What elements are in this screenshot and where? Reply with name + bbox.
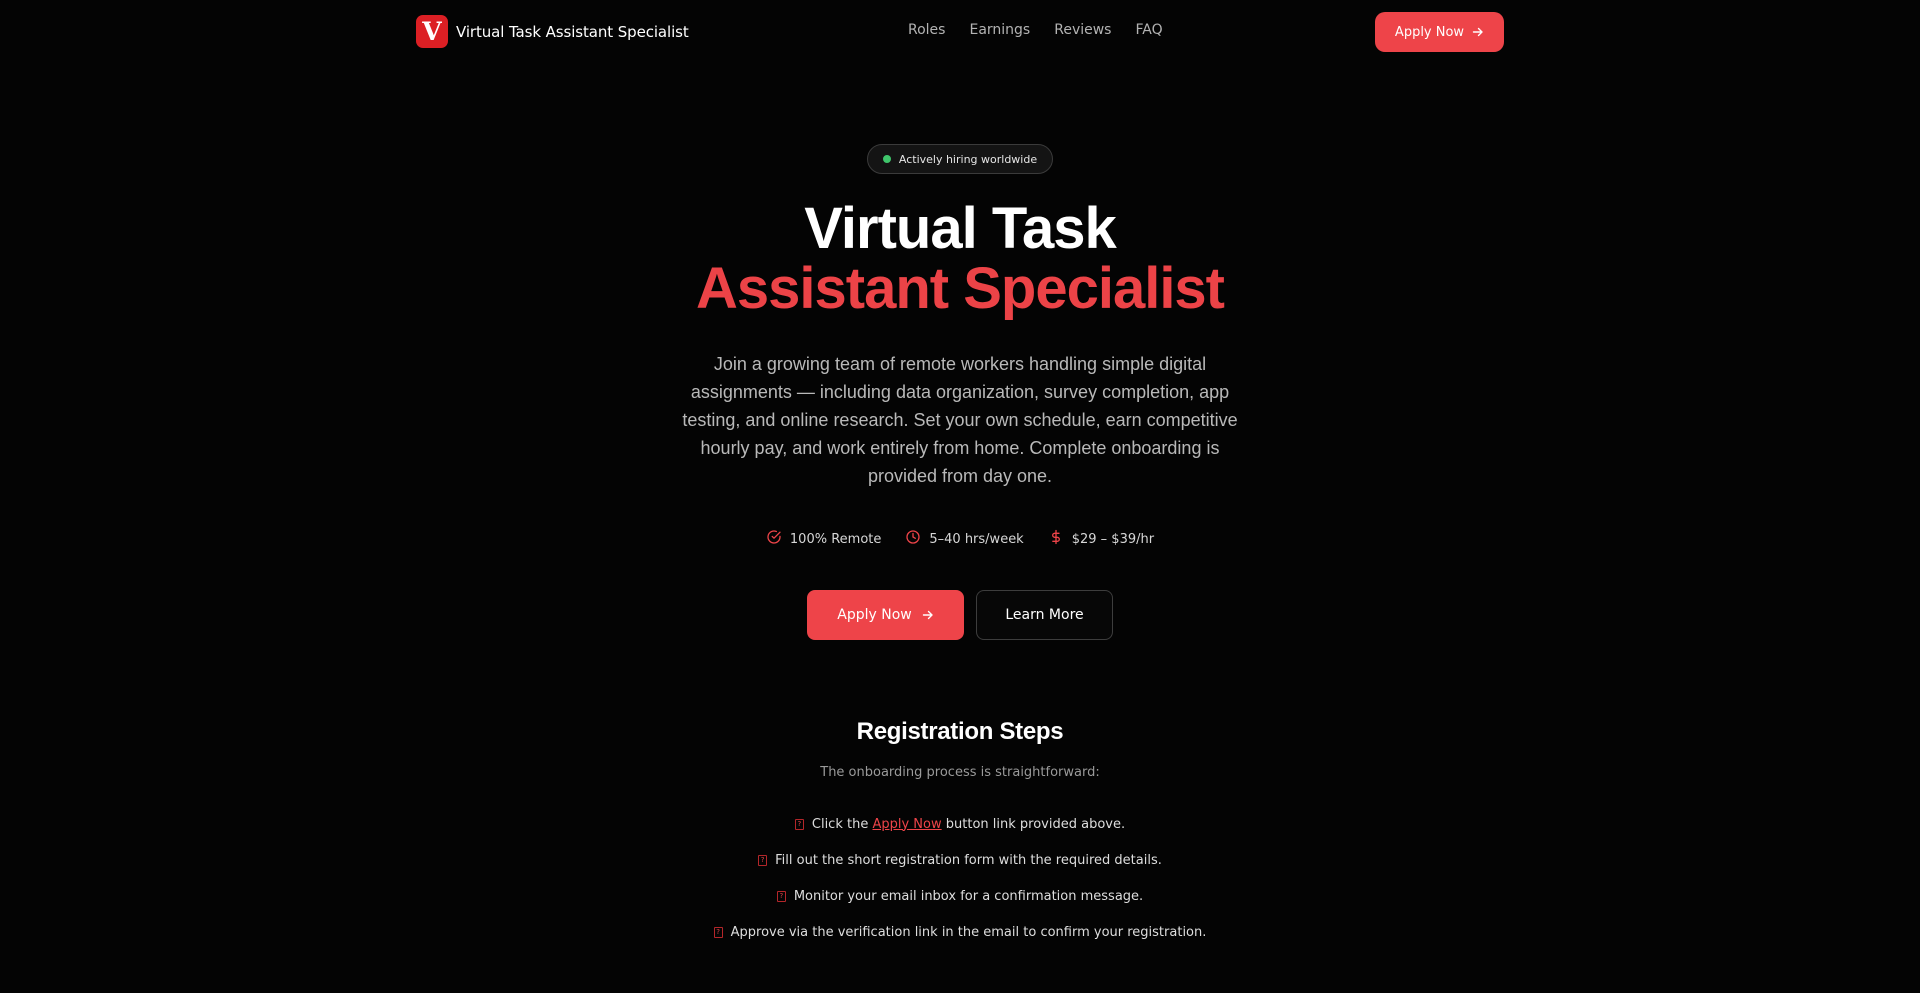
list-item: ? Approve via the verification link in t… <box>560 914 1360 950</box>
step-text: Click the Apply Now button link provided… <box>812 817 1125 832</box>
step-text: Monitor your email inbox for a confirmat… <box>793 888 1144 904</box>
nav-link-earnings[interactable]: Earnings <box>969 22 1030 38</box>
step-text: Approve via the verification link in the… <box>730 924 1207 940</box>
registration-steps-list: ? Click the Apply Now button link provid… <box>560 806 1360 950</box>
nav-apply-now-button[interactable]: Apply Now <box>1375 12 1504 52</box>
learn-more-label: Learn More <box>1005 607 1084 623</box>
registration-steps-subtitle: The onboarding process is straightforwar… <box>820 765 1100 780</box>
hero-apply-now-label: Apply Now <box>837 607 912 623</box>
feature-remote-label: 100% Remote <box>789 531 882 547</box>
missing-glyph-icon: ? <box>794 818 804 830</box>
check-circle-icon <box>766 529 782 549</box>
missing-glyph-icon: ? <box>713 926 723 938</box>
list-item: ? Click the Apply Now button link provid… <box>560 806 1360 842</box>
registration-steps-title: Registration Steps <box>856 718 1064 745</box>
hiring-status-text: Actively hiring worldwide <box>898 152 1038 166</box>
step-text: Fill out the short registration form wit… <box>775 852 1162 868</box>
brand-name: Virtual Task Assistant Specialist <box>456 22 689 41</box>
top-navbar: V Virtual Task Assistant Specialist Role… <box>0 0 1920 64</box>
hiring-status-badge: Actively hiring worldwide <box>867 144 1053 174</box>
step1-text-after: button link provided above. <box>945 816 1126 832</box>
nav-links: Roles Earnings Reviews FAQ <box>908 22 1163 38</box>
hero-title-line2: Assistant Specialist <box>696 256 1225 321</box>
feature-hours: 5–40 hrs/week <box>905 528 1024 550</box>
arrow-right-icon <box>922 609 934 621</box>
missing-glyph-icon: ? <box>776 890 786 902</box>
status-dot-icon <box>882 155 891 163</box>
nav-link-faq[interactable]: FAQ <box>1135 22 1162 38</box>
nav-link-roles[interactable]: Roles <box>908 22 945 38</box>
feature-pay: $29 – $39/hr <box>1048 528 1154 550</box>
nav-apply-now-label: Apply Now <box>1394 24 1465 40</box>
landing-page: V Virtual Task Assistant Specialist Role… <box>0 0 1920 993</box>
apply-now-inline-link[interactable]: Apply Now <box>872 817 941 832</box>
dollar-icon <box>1048 529 1064 549</box>
job-features: 100% Remote 5–40 hrs/week $29 – $39/hr <box>760 528 1160 550</box>
arrow-right-icon <box>1472 26 1484 38</box>
missing-glyph-icon: ? <box>758 854 768 866</box>
hero-title-line1: Virtual Task <box>804 196 1116 261</box>
learn-more-button[interactable]: Learn More <box>976 590 1113 640</box>
hero-description: Join a growing team of remote workers ha… <box>682 354 1238 486</box>
nav-link-reviews[interactable]: Reviews <box>1054 22 1111 38</box>
list-item: ? Fill out the short registration form w… <box>560 842 1360 878</box>
brand-home-link[interactable]: V Virtual Task Assistant Specialist <box>416 15 689 48</box>
clock-icon <box>905 529 921 549</box>
step1-text-before: Click the <box>811 816 869 832</box>
hero-apply-now-button[interactable]: Apply Now <box>807 590 964 640</box>
feature-remote: 100% Remote <box>766 528 881 550</box>
feature-hours-label: 5–40 hrs/week <box>929 531 1024 547</box>
brand-logo: V <box>416 15 448 48</box>
list-item: ? Monitor your email inbox for a confirm… <box>560 878 1360 914</box>
feature-pay-label: $29 – $39/hr <box>1071 531 1155 547</box>
hero-title: Virtual Task Assistant Specialist <box>560 199 1360 319</box>
